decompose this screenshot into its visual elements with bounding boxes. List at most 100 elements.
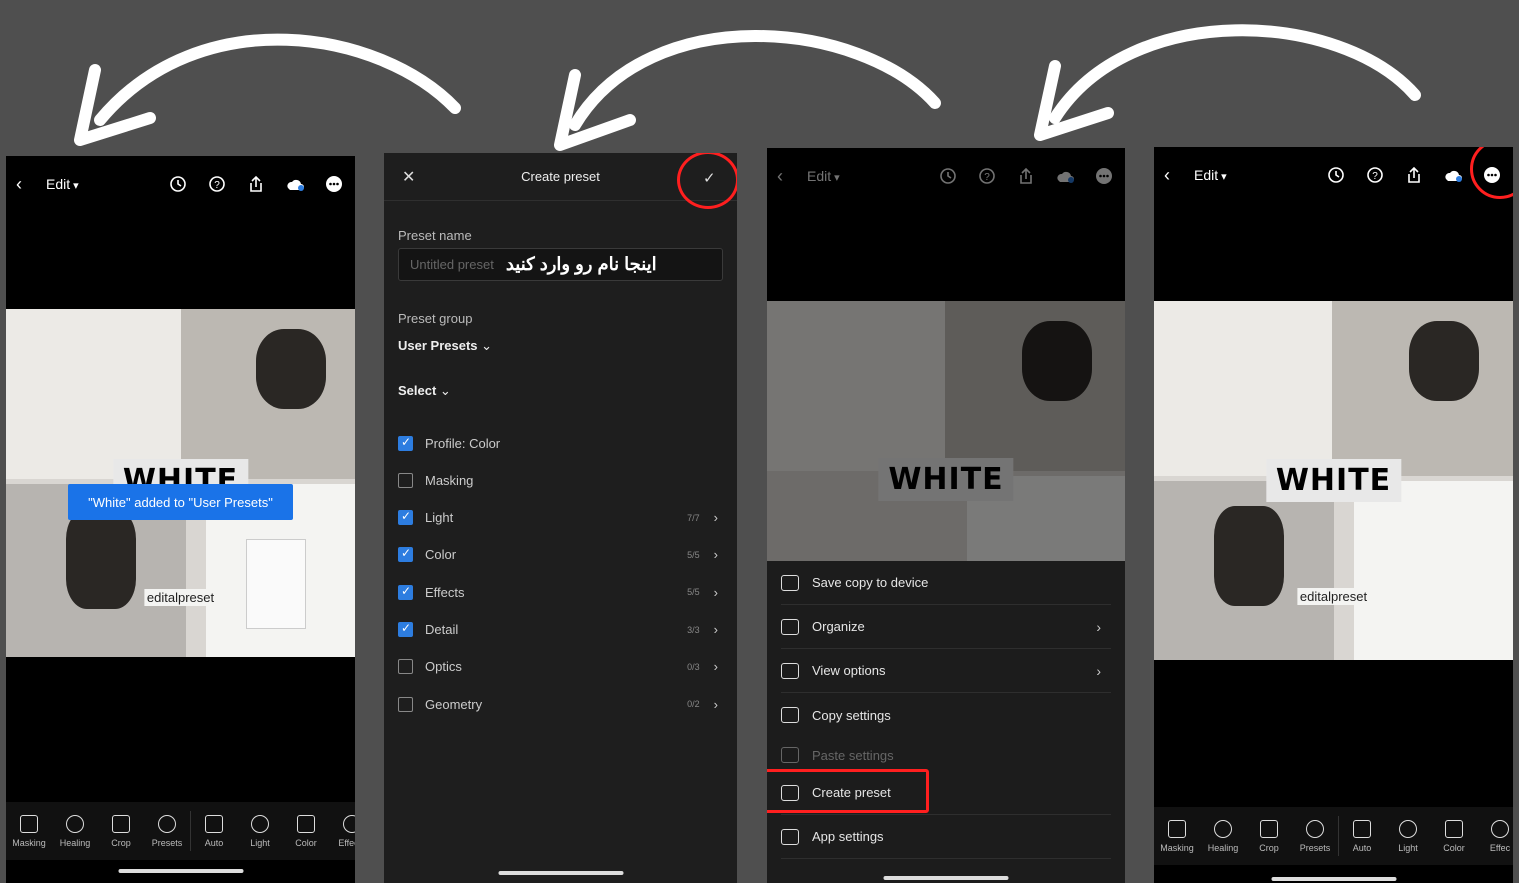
menu-item[interactable]: Organize › — [781, 605, 1111, 649]
option-checkbox[interactable] — [398, 696, 413, 712]
tool-5[interactable]: Light — [237, 814, 283, 848]
share-icon[interactable] — [1015, 165, 1037, 187]
tool-label: Auto — [204, 837, 224, 848]
cloud-sync-icon[interactable] — [284, 173, 306, 195]
option-checkbox[interactable] — [398, 621, 413, 637]
help-icon[interactable]: ? — [1364, 164, 1386, 186]
option-checkbox[interactable] — [398, 472, 413, 488]
photo-banner: WHITE — [1265, 459, 1402, 502]
preset-name-input[interactable]: Untitled preset اینجا نام رو وارد کنید — [398, 248, 723, 281]
option-label: Light — [425, 510, 454, 526]
option-row[interactable]: Effects 5/5 › — [398, 580, 718, 604]
history-icon[interactable] — [937, 165, 959, 187]
download-icon — [781, 574, 799, 591]
tool-6[interactable]: Color — [1431, 819, 1477, 853]
tool-5[interactable]: Light — [1385, 819, 1431, 853]
tool-2[interactable]: Crop — [1246, 819, 1292, 853]
chevron-right-icon[interactable]: › — [714, 659, 718, 674]
paste-settings-icon — [781, 747, 799, 763]
back-icon[interactable]: ‹ — [777, 166, 797, 187]
tool-icon — [1399, 819, 1417, 838]
edit-menu[interactable]: Edit — [46, 176, 79, 192]
help-icon[interactable]: ? — [206, 173, 228, 195]
tool-4[interactable]: Auto — [1339, 819, 1385, 853]
tool-label: Presets — [151, 837, 183, 848]
cloud-sync-icon[interactable] — [1442, 164, 1464, 186]
close-icon[interactable]: ✕ — [402, 167, 415, 187]
cloud-sync-icon[interactable] — [1054, 165, 1076, 187]
option-row[interactable]: Geometry 0/2 › — [398, 692, 718, 716]
view-icon — [781, 662, 799, 679]
option-row[interactable]: Optics 0/3 › — [398, 655, 718, 679]
tool-4[interactable]: Auto — [191, 814, 237, 848]
watermark: editalpreset — [143, 589, 218, 606]
option-count: 0/2 — [687, 699, 700, 710]
tool-label: Crop — [1259, 842, 1279, 853]
tool-1[interactable]: Healing — [1200, 819, 1246, 853]
back-icon[interactable]: ‹ — [1164, 165, 1184, 186]
tool-7[interactable]: Effects — [329, 814, 355, 848]
tool-icon — [251, 814, 269, 833]
top-bar: ‹ Edit ? — [6, 156, 355, 212]
menu-item[interactable]: Copy settings — [781, 693, 1111, 737]
help-icon[interactable]: ? — [976, 165, 998, 187]
option-checkbox[interactable] — [398, 546, 413, 563]
share-icon[interactable] — [1403, 164, 1425, 186]
arrow-to-screen2 — [569, 30, 941, 131]
menu-item[interactable]: Save copy to device — [781, 561, 1111, 605]
tool-label: Effects — [338, 837, 355, 848]
option-checkbox[interactable] — [398, 584, 413, 600]
share-icon[interactable] — [245, 173, 267, 195]
option-checkbox[interactable] — [398, 509, 413, 526]
tool-icon — [20, 814, 38, 833]
tool-icon — [66, 814, 84, 833]
chevron-right-icon[interactable]: › — [714, 697, 718, 712]
option-row[interactable]: Detail 3/3 › — [398, 618, 718, 642]
highlight-rect-create-preset — [767, 769, 929, 813]
preset-group-dropdown[interactable]: User Presets — [398, 338, 492, 354]
edit-menu[interactable]: Edit — [1194, 167, 1227, 183]
option-checkbox[interactable] — [398, 659, 413, 675]
more-menu: Save copy to device Organize › View options… — [767, 561, 1125, 883]
tool-2[interactable]: Crop — [98, 814, 144, 848]
tool-icon — [1353, 819, 1371, 838]
home-indicator — [498, 871, 623, 875]
history-icon[interactable] — [167, 173, 189, 195]
chevron-right-icon: › — [1096, 618, 1101, 635]
back-icon[interactable]: ‹ — [16, 174, 36, 195]
tool-label: Healing — [1207, 842, 1239, 853]
screen-create-preset: Create preset ✕ ✓ Preset name Untitled p… — [384, 153, 737, 883]
tool-icon — [343, 814, 355, 833]
option-row[interactable]: Light 7/7 › — [398, 506, 718, 530]
copy-settings-icon — [781, 707, 799, 723]
tool-1[interactable]: Healing — [52, 814, 98, 848]
watermark: editalpreset — [1296, 588, 1371, 605]
menu-item[interactable]: View options › — [781, 649, 1111, 693]
tool-icon — [1168, 819, 1186, 838]
history-icon[interactable] — [1325, 164, 1347, 186]
option-row[interactable]: Color 5/5 › — [398, 543, 718, 567]
option-checkbox[interactable] — [398, 435, 413, 451]
chevron-right-icon[interactable]: › — [714, 510, 718, 525]
option-label: Geometry — [425, 696, 483, 712]
tool-6[interactable]: Color — [283, 814, 329, 848]
chevron-right-icon[interactable]: › — [714, 622, 718, 637]
chevron-right-icon[interactable]: › — [714, 585, 718, 600]
tool-7[interactable]: Effec — [1477, 819, 1513, 853]
tool-label: Effec — [1489, 842, 1511, 853]
tool-0[interactable]: Masking — [6, 814, 52, 848]
chevron-right-icon[interactable]: › — [714, 547, 718, 562]
option-row[interactable]: Masking — [398, 468, 718, 492]
more-icon[interactable] — [1093, 165, 1115, 187]
chevron-right-icon: › — [1096, 662, 1101, 679]
tool-icon — [112, 814, 130, 833]
option-row[interactable]: Profile: Color — [398, 431, 718, 455]
gear-icon — [781, 828, 799, 845]
more-icon[interactable] — [323, 173, 345, 195]
tool-3[interactable]: Presets — [144, 814, 190, 848]
tool-3[interactable]: Presets — [1292, 819, 1338, 853]
tool-0[interactable]: Masking — [1154, 819, 1200, 853]
edit-menu[interactable]: Edit — [807, 168, 840, 184]
menu-item[interactable]: App settings — [781, 815, 1111, 859]
select-dropdown[interactable]: Select — [398, 383, 451, 399]
